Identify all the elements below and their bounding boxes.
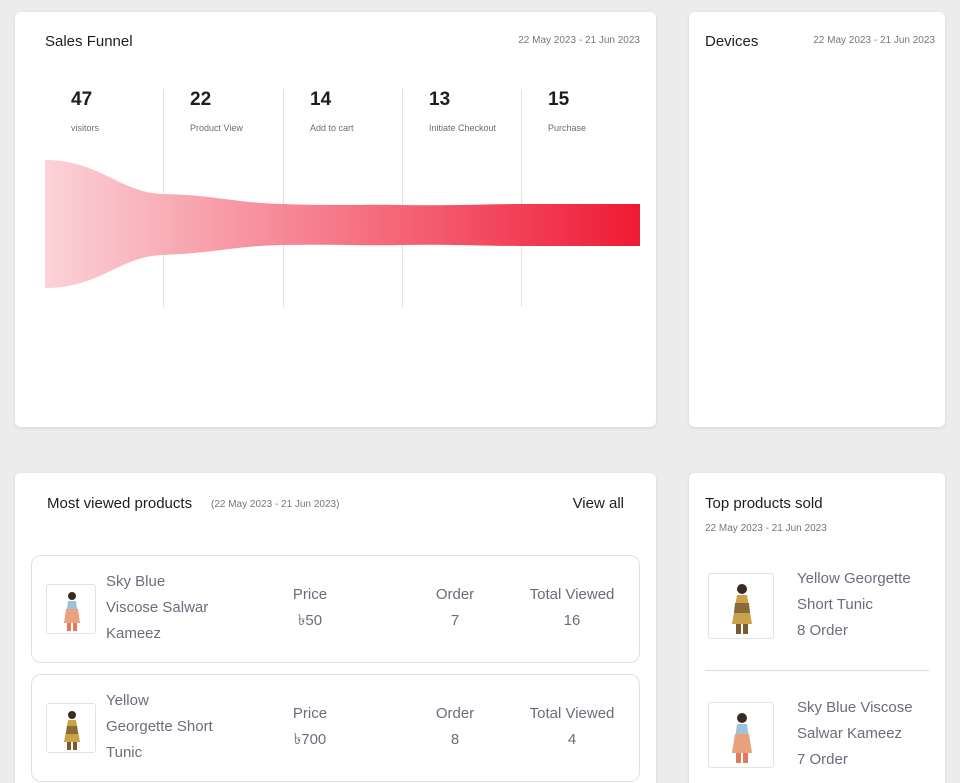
product-name-line: Kameez [106,625,162,642]
product-name-line: Yellow [106,692,149,709]
product-name-line: Sky Blue Viscose [797,699,913,716]
product-thumbnail [708,573,774,639]
total-viewed-value: 16 [563,612,581,629]
product-name-line: Georgette Short [106,718,213,735]
funnel-stage-initiate-checkout: 13 Initiate Checkout [429,89,548,133]
funnel-stage-value: 15 [548,89,570,110]
top-products-date-range: 22 May 2023 - 21 Jun 2023 [705,523,827,534]
funnel-stage-purchase: 15 Purchase [548,89,656,133]
total-viewed-header: Total Viewed [529,586,615,603]
top-product-info: Yellow Georgette Short Tunic 8 Order [797,566,937,644]
product-thumbnail [46,584,96,634]
funnel-stage-value: 47 [71,89,93,110]
total-viewed-column: Total Viewed 4 [517,701,627,753]
total-viewed-header: Total Viewed [529,705,615,722]
funnel-stage-product-view: 22 Product View [190,89,309,133]
divider [705,670,929,671]
product-thumbnail [46,703,96,753]
sales-funnel-title: Sales Funnel [45,33,133,50]
product-row[interactable]: Yellow Georgette Short Tunic Price ৳700 … [31,674,640,782]
funnel-stage-visitors: 47 visitors [71,89,190,133]
price-column: Price ৳50 [270,582,350,634]
funnel-stage-label: Purchase [548,123,587,133]
funnel-graphic [45,160,640,288]
most-viewed-products-card: Most viewed products (22 May 2023 - 21 J… [15,473,656,783]
product-name-line: Tunic [106,744,143,761]
order-header: Order [435,586,475,603]
product-name-line: Short Tunic [797,596,873,613]
most-viewed-title: Most viewed products [47,495,193,512]
order-header: Order [435,705,475,722]
devices-title: Devices [705,33,759,50]
sales-funnel-date-range: 22 May 2023 - 21 Jun 2023 [518,35,640,46]
price-value: ৳50 [297,612,323,629]
funnel-shape [45,160,640,288]
funnel-stage-value: 14 [310,89,332,110]
funnel-stage-add-to-cart: 14 Add to cart [310,89,429,133]
total-viewed-value: 4 [567,731,577,748]
order-count: 8 Order [797,622,848,639]
product-name-line: Salwar Kameez [797,725,903,742]
total-viewed-column: Total Viewed 16 [517,582,627,634]
funnel-stage-label: Product View [190,123,243,133]
view-all-link[interactable]: View all [573,495,624,512]
order-count: 7 Order [797,751,848,768]
funnel-stage-label: Initiate Checkout [429,123,497,133]
sales-funnel-card: Sales Funnel 22 May 2023 - 21 Jun 2023 4… [15,12,656,427]
order-value: 8 [450,731,460,748]
price-column: Price ৳700 [270,701,350,753]
product-name-line: Viscose Salwar [106,599,209,616]
product-name-line: Yellow Georgette [797,570,911,587]
price-header: Price [292,586,328,603]
order-column: Order 7 [415,582,495,634]
product-name: Yellow Georgette Short Tunic [106,688,236,766]
top-products-title: Top products sold [705,495,823,512]
funnel-stage-value: 13 [429,89,451,110]
funnel-stage-value: 22 [190,89,212,110]
top-product-info: Sky Blue Viscose Salwar Kameez 7 Order [797,695,937,773]
most-viewed-date-range: (22 May 2023 - 21 Jun 2023) [211,499,340,510]
devices-date-range: 22 May 2023 - 21 Jun 2023 [813,35,935,46]
price-header: Price [292,705,328,722]
price-value: ৳700 [293,731,327,748]
devices-card: Devices 22 May 2023 - 21 Jun 2023 [689,12,945,427]
top-products-sold-card: Top products sold 22 May 2023 - 21 Jun 2… [689,473,945,783]
funnel-stage-label: Add to cart [310,123,354,133]
product-thumbnail [708,702,774,768]
order-value: 7 [450,612,460,629]
product-name-line: Sky Blue [106,573,166,590]
product-name: Sky Blue Viscose Salwar Kameez [106,569,236,647]
order-column: Order 8 [415,701,495,753]
product-row[interactable]: Sky Blue Viscose Salwar Kameez Price ৳50… [31,555,640,663]
funnel-stage-label: visitors [71,123,100,133]
top-product-item[interactable]: Sky Blue Viscose Salwar Kameez 7 Order [705,697,929,783]
